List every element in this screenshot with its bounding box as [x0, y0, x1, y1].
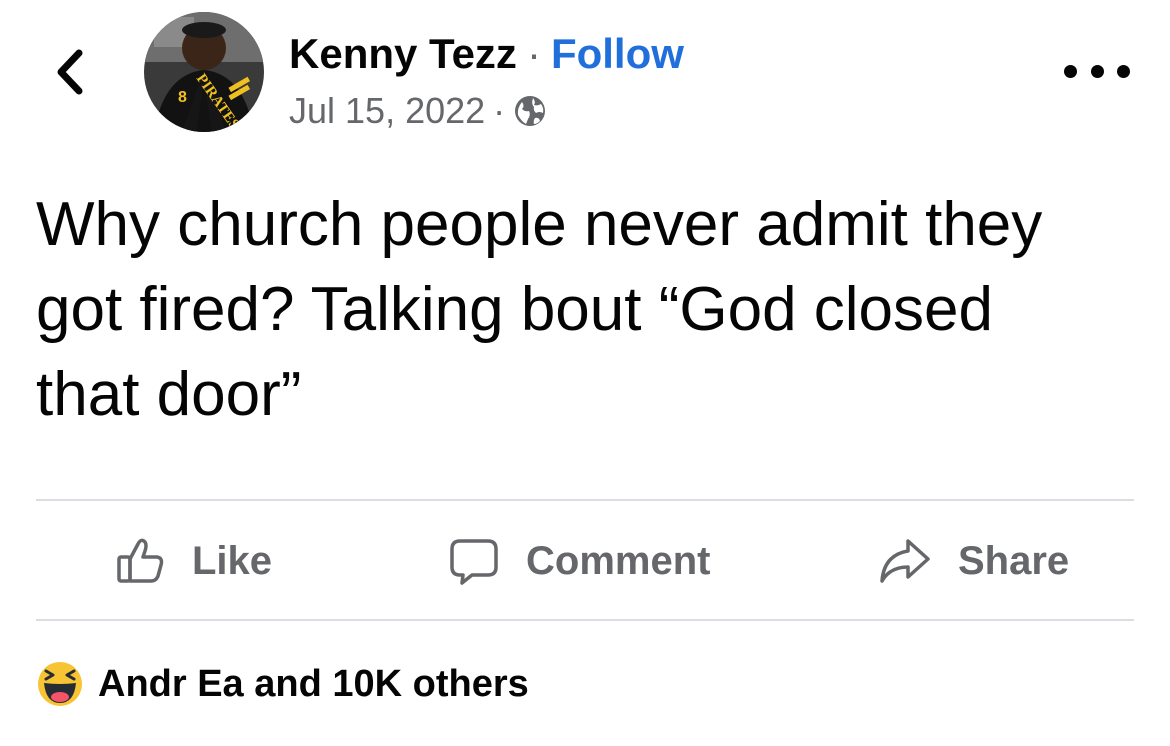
- haha-reaction-icon: [38, 662, 82, 706]
- action-bar: Like Comment Share: [36, 502, 1134, 620]
- globe-icon: [513, 94, 547, 128]
- thumbs-up-icon: [117, 538, 164, 583]
- jersey-number: 8: [178, 89, 187, 106]
- like-button[interactable]: Like: [116, 502, 272, 620]
- author-avatar[interactable]: PIRATES 8: [144, 12, 264, 132]
- like-label: Like: [192, 538, 273, 583]
- post-meta: Jul 15, 2022 ·: [289, 88, 547, 134]
- post-date[interactable]: Jul 15, 2022: [289, 90, 485, 132]
- separator-dot: ·: [526, 30, 541, 77]
- more-options-icon: [1064, 64, 1077, 78]
- separator-dot: ·: [493, 90, 506, 131]
- avatar-photo: PIRATES 8: [144, 12, 264, 132]
- share-button[interactable]: Share: [878, 502, 1069, 620]
- author-name[interactable]: Kenny Tezz: [289, 30, 517, 78]
- post-text: Why church people never admit they got f…: [36, 190, 1043, 429]
- back-button[interactable]: [48, 46, 92, 98]
- comment-label: Comment: [526, 538, 711, 583]
- share-arrow-icon: [880, 539, 930, 583]
- divider-bottom: [36, 619, 1134, 621]
- divider-top: [36, 499, 1134, 501]
- more-options-button[interactable]: [1064, 54, 1130, 88]
- follow-button[interactable]: Follow: [551, 30, 684, 78]
- author-line: Kenny Tezz · Follow: [289, 28, 684, 80]
- reactions-label: Andr Ea and 10K others: [98, 662, 529, 705]
- comment-button[interactable]: Comment: [448, 502, 710, 620]
- share-label: Share: [958, 538, 1070, 583]
- chevron-left-icon: [57, 49, 83, 95]
- comment-icon: [450, 539, 498, 585]
- reactions-summary[interactable]: Andr Ea and 10K others: [36, 656, 529, 712]
